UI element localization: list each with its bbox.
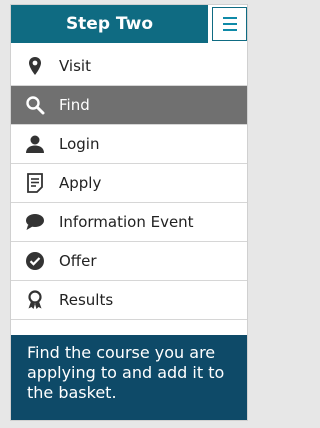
speech-bubble-icon xyxy=(25,212,45,232)
menu-item-find[interactable]: Find xyxy=(11,86,247,125)
menu-item-offer[interactable]: Offer xyxy=(11,242,247,281)
menu-button[interactable] xyxy=(212,7,247,41)
menu-item-label: Information Event xyxy=(59,213,194,231)
page-title: Step Two xyxy=(11,5,208,43)
award-ribbon-icon xyxy=(25,290,45,310)
document-icon xyxy=(25,173,45,193)
header: Step Two xyxy=(11,5,247,43)
menu-item-visit[interactable]: Visit xyxy=(11,47,247,86)
menu-item-login[interactable]: Login xyxy=(11,125,247,164)
hamburger-icon xyxy=(222,17,237,19)
step-menu: Visit Find Login Apply Information Event… xyxy=(11,47,247,320)
step-description: Find the course you are applying to and … xyxy=(11,335,247,420)
menu-item-label: Offer xyxy=(59,252,97,270)
menu-item-label: Apply xyxy=(59,174,102,192)
menu-item-apply[interactable]: Apply xyxy=(11,164,247,203)
menu-item-label: Find xyxy=(59,96,90,114)
menu-item-label: Results xyxy=(59,291,114,309)
map-pin-icon xyxy=(25,56,45,76)
check-circle-icon xyxy=(25,251,45,271)
menu-item-label: Login xyxy=(59,135,100,153)
menu-item-information-event[interactable]: Information Event xyxy=(11,203,247,242)
search-icon xyxy=(25,95,45,115)
user-icon xyxy=(25,134,45,154)
menu-item-label: Visit xyxy=(59,57,91,75)
menu-item-results[interactable]: Results xyxy=(11,281,247,320)
